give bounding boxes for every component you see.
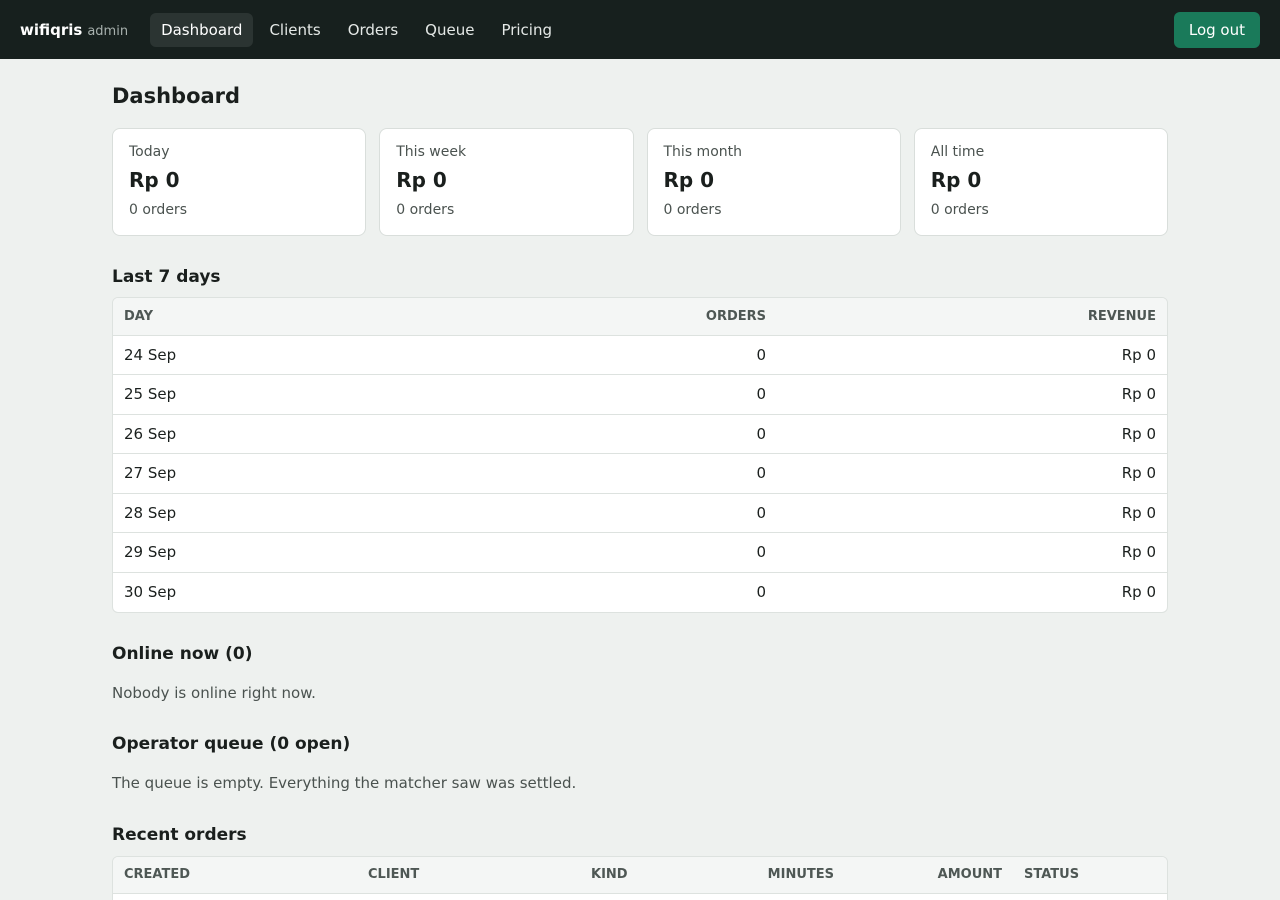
cell-day: 25 Sep (113, 374, 437, 415)
cell-orders: 0 (437, 532, 777, 573)
stat-card-today: Today Rp 0 0 orders (112, 128, 367, 236)
table-row: 27 Sep 0 Rp 0 (113, 453, 1167, 494)
cell-revenue: Rp 0 (777, 532, 1167, 573)
cell-revenue: Rp 0 (777, 374, 1167, 415)
top-nav-bar: wifiqris admin Dashboard Clients Orders … (0, 0, 1280, 59)
stat-card-value: Rp 0 (396, 168, 447, 192)
column-header-created: Created (113, 856, 357, 894)
nav-item-queue[interactable]: Queue (414, 13, 485, 47)
brand-role: admin (87, 23, 129, 39)
column-header-amount: Amount (845, 856, 1013, 894)
column-header-day: Day (113, 298, 437, 336)
page-title: Dashboard (112, 84, 241, 108)
cell-orders: 0 (437, 453, 777, 494)
stat-card-label: This month (663, 144, 743, 160)
stat-card-week: This week Rp 0 0 orders (379, 128, 634, 236)
column-header-orders: Orders (437, 298, 777, 336)
table-row: 26 Sep 0 Rp 0 (113, 414, 1167, 454)
cell-orders: 0 (437, 414, 777, 454)
stat-card-orders: 0 orders (129, 202, 187, 218)
cell-revenue: Rp 0 (1121, 583, 1156, 601)
cell-orders: 0 (437, 374, 777, 415)
table-header-row: Day Orders Revenue (113, 298, 1167, 336)
logout-button[interactable]: Log out (1173, 11, 1260, 48)
last-7-days-table: Day Orders Revenue 24 Sep 0 Rp 0 25 Sep … (112, 297, 1168, 613)
cell-day: 24 Sep (113, 335, 437, 375)
last-7-days-title: Last 7 days (112, 267, 221, 287)
cell-revenue: Rp 0 (777, 335, 1167, 375)
operator-queue-title: Operator queue (0 open) (112, 733, 351, 754)
queue-empty-message: The queue is empty. Everything the match… (112, 773, 577, 792)
cell-revenue: Rp 0 (777, 453, 1167, 494)
brand[interactable]: wifiqris admin (20, 21, 128, 39)
table-row: 24 Sep 0 Rp 0 (113, 335, 1167, 375)
recent-orders-table: Created Client Kind Minutes Amount Statu… (112, 855, 1168, 900)
cell-orders: 0 (756, 583, 766, 601)
nav-item-pricing[interactable]: Pricing (490, 13, 563, 47)
table-row: 25 Sep 0 Rp 0 (113, 374, 1167, 415)
column-header-status: Status (1013, 856, 1167, 894)
column-header-client: Client (357, 856, 580, 894)
brand-name: wifiqris (20, 20, 83, 39)
cell-day: 28 Sep (113, 493, 437, 533)
stat-card-value: Rp 0 (930, 168, 982, 192)
cell-revenue: Rp 0 (777, 414, 1167, 454)
table-row: 29 Sep 0 Rp 0 (113, 532, 1167, 573)
stat-card-all-time: All time Rp 0 0 orders (913, 128, 1168, 236)
table-row: 30 Sep 0 Rp 0 (113, 572, 1167, 612)
column-header-kind: Kind (580, 856, 702, 894)
online-now-title: Online now (0) (112, 643, 253, 664)
table-row: 28 Sep 0 Rp 0 (113, 493, 1167, 533)
stat-card-value: Rp 0 (663, 168, 715, 192)
stat-card-value: Rp 0 (129, 168, 180, 192)
recent-orders-title: Recent orders (112, 824, 247, 845)
nav-item-orders[interactable]: Orders (337, 13, 409, 47)
nav-item-clients[interactable]: Clients (258, 13, 331, 47)
stat-card-orders: 0 orders (930, 202, 989, 218)
cell-orders: 0 (437, 493, 777, 533)
cell-day: 30 Sep (124, 583, 177, 601)
main-nav: Dashboard Clients Orders Queue Pricing (150, 12, 563, 47)
stat-card-label: Today (129, 144, 170, 160)
cell-revenue: Rp 0 (777, 493, 1167, 533)
column-header-minutes: Minutes (702, 856, 845, 894)
column-header-revenue: Revenue (777, 298, 1167, 336)
cell-day: 29 Sep (113, 532, 437, 573)
cell-orders: 0 (437, 335, 777, 375)
online-empty-message: Nobody is online right now. (112, 683, 316, 702)
main-content: Dashboard Today Rp 0 0 orders This week … (112, 59, 1168, 900)
stat-card-month: This month Rp 0 0 orders (646, 128, 901, 236)
cell-day: 26 Sep (113, 414, 437, 454)
nav-item-dashboard[interactable]: Dashboard (150, 12, 254, 47)
cell-day: 27 Sep (113, 453, 437, 494)
table-cell (113, 894, 1167, 900)
table-header-row: Created Client Kind Minutes Amount Statu… (113, 856, 1167, 894)
stat-cards: Today Rp 0 0 orders This week Rp 0 0 ord… (112, 128, 1168, 236)
table-row (113, 894, 1167, 900)
stat-card-orders: 0 orders (396, 202, 455, 218)
stat-card-label: This week (396, 144, 467, 160)
stat-card-orders: 0 orders (663, 202, 722, 218)
stat-card-label: All time (930, 144, 985, 160)
